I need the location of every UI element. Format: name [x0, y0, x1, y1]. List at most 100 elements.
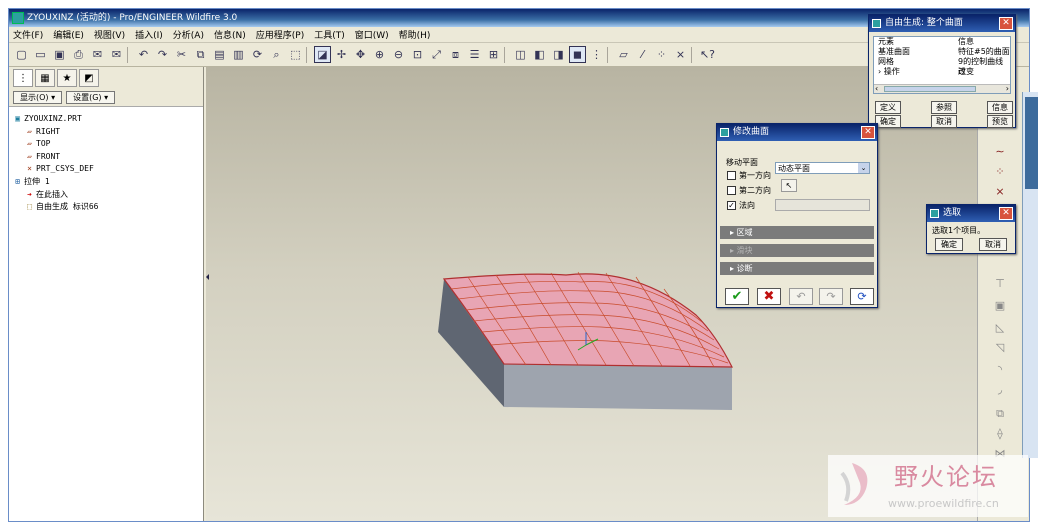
- select-box-icon[interactable]: ⬚: [287, 46, 304, 63]
- menu-applications[interactable]: 应用程序(P): [256, 28, 304, 41]
- tree-item[interactable]: ▱ FRONT: [13, 151, 199, 164]
- new-file-icon[interactable]: ▢: [13, 46, 30, 63]
- draft-icon[interactable]: ◹: [992, 341, 1008, 357]
- pick-arrow-icon[interactable]: ↖: [781, 179, 797, 192]
- menu-info[interactable]: 信息(N): [214, 28, 246, 41]
- tree-item[interactable]: ⊞ 拉伸 1: [13, 176, 199, 189]
- scroll-right-icon[interactable]: ›: [1006, 84, 1009, 93]
- orient-icon[interactable]: ✥: [352, 46, 369, 63]
- undo-icon[interactable]: ↶: [135, 46, 152, 63]
- spin-center-icon[interactable]: ✢: [333, 46, 350, 63]
- copy-icon[interactable]: ⧉: [192, 46, 209, 63]
- zoom-out-icon[interactable]: ⊖: [390, 46, 407, 63]
- normal-value-field[interactable]: [775, 199, 870, 211]
- datum-axes-icon[interactable]: ⁄: [634, 46, 651, 63]
- hole-icon[interactable]: ⊤: [992, 277, 1008, 293]
- hidden-line-icon[interactable]: ◧: [531, 46, 548, 63]
- repaint-icon[interactable]: ◪: [314, 46, 331, 63]
- history-tab-icon[interactable]: ◩: [79, 69, 99, 87]
- define-button[interactable]: 定义: [875, 101, 901, 114]
- saved-views-icon[interactable]: ⧈: [447, 46, 464, 63]
- paste-icon[interactable]: ▤: [211, 46, 228, 63]
- folder-browser-tab-icon[interactable]: ▦: [35, 69, 55, 87]
- menu-insert[interactable]: 插入(I): [135, 28, 163, 41]
- menu-analysis[interactable]: 分析(A): [173, 28, 204, 41]
- view-manager-icon[interactable]: ⊞: [485, 46, 502, 63]
- close-icon[interactable]: ✕: [861, 126, 875, 139]
- menu-view[interactable]: 视图(V): [94, 28, 125, 41]
- no-hidden-icon[interactable]: ◨: [550, 46, 567, 63]
- refit-icon[interactable]: ⊡: [409, 46, 426, 63]
- refresh-icon[interactable]: ⟳: [850, 288, 874, 305]
- menu-tools[interactable]: 工具(T): [314, 28, 345, 41]
- tree-item[interactable]: ▣ ZYOUXINZ.PRT: [13, 113, 199, 126]
- sketch-curve-icon[interactable]: ∼: [992, 145, 1008, 161]
- checkbox-box[interactable]: [727, 186, 736, 195]
- round-icon[interactable]: ◝: [992, 363, 1008, 379]
- first-direction-checkbox[interactable]: 第一方向: [727, 170, 771, 181]
- favorites-tab-icon[interactable]: ★: [57, 69, 77, 87]
- tree-item[interactable]: ⨯ PRT_CSYS_DEF: [13, 163, 199, 176]
- plane-select[interactable]: 动态平面 ⌄: [775, 162, 870, 174]
- collapse-left-arrow-icon[interactable]: [206, 274, 209, 280]
- context-help-icon[interactable]: ↖?: [699, 46, 716, 63]
- horizontal-scrollbar[interactable]: ‹ ›: [874, 84, 1010, 93]
- normal-checkbox[interactable]: ✓ 法向: [727, 200, 755, 211]
- scroll-left-icon[interactable]: ‹: [875, 84, 878, 93]
- chevron-down-icon[interactable]: ⌄: [858, 163, 869, 173]
- open-folder-icon[interactable]: ▭: [32, 46, 49, 63]
- find-icon[interactable]: ⌕: [268, 46, 285, 63]
- paste-special-icon[interactable]: ▥: [230, 46, 247, 63]
- menu-file[interactable]: 文件(F): [13, 28, 43, 41]
- cancel-button[interactable]: 取消: [979, 238, 1007, 251]
- csys-tool-icon[interactable]: ⨯: [992, 185, 1008, 201]
- datum-planes-icon[interactable]: ▱: [615, 46, 632, 63]
- model-tree-tab-icon[interactable]: ⋮: [13, 69, 33, 87]
- section-diagnostics[interactable]: ▸ 诊断: [720, 262, 874, 275]
- close-icon[interactable]: ✕: [999, 17, 1013, 30]
- menu-edit[interactable]: 编辑(E): [53, 28, 84, 41]
- datum-display-icon[interactable]: ⋮: [588, 46, 605, 63]
- redo-icon[interactable]: ↷: [154, 46, 171, 63]
- rib-icon[interactable]: ◺: [992, 321, 1008, 337]
- ok-button[interactable]: 确定: [875, 115, 901, 128]
- chamfer-icon[interactable]: ◞: [992, 383, 1008, 399]
- menu-help[interactable]: 帮助(H): [399, 28, 431, 41]
- wireframe-icon[interactable]: ◫: [512, 46, 529, 63]
- copy-feature-icon[interactable]: ⧉: [992, 407, 1008, 423]
- datum-point-icon[interactable]: ⁘: [992, 165, 1008, 181]
- checkbox-box[interactable]: [727, 171, 736, 180]
- scroll-thumb[interactable]: [884, 86, 976, 92]
- shell-icon[interactable]: ▣: [992, 299, 1008, 315]
- tree-item[interactable]: ▱ TOP: [13, 138, 199, 151]
- cut-icon[interactable]: ✂: [173, 46, 190, 63]
- tree-item[interactable]: ⬚ 自由生成 标识66: [13, 201, 199, 214]
- reorient-icon[interactable]: ⤢: [428, 46, 445, 63]
- settings-dropdown[interactable]: 设置(G) ▾: [66, 91, 116, 104]
- show-dropdown[interactable]: 显示(O) ▾: [13, 91, 63, 104]
- table-row[interactable]: › 操作 改变: [874, 67, 1010, 77]
- table-row[interactable]: 网格 9的控制曲线过: [874, 57, 1010, 76]
- email-icon[interactable]: ✉: [89, 46, 106, 63]
- preview-button[interactable]: 预览: [987, 115, 1013, 128]
- info-button[interactable]: 信息: [987, 101, 1013, 114]
- shading-icon[interactable]: ◼: [569, 46, 586, 63]
- tree-item[interactable]: ➔ 在此插入: [13, 189, 199, 202]
- checkmark-icon[interactable]: ✓: [727, 201, 736, 210]
- cancel-x-icon[interactable]: ✖: [757, 288, 781, 305]
- send-icon[interactable]: ✉: [108, 46, 125, 63]
- redo-icon[interactable]: ↷: [819, 288, 843, 305]
- tree-item[interactable]: ▱ RIGHT: [13, 126, 199, 139]
- print-icon[interactable]: ⎙: [70, 46, 87, 63]
- close-icon[interactable]: ✕: [999, 207, 1013, 220]
- layers-icon[interactable]: ☰: [466, 46, 483, 63]
- datum-points-icon[interactable]: ⁘: [653, 46, 670, 63]
- coord-systems-icon[interactable]: ⨯: [672, 46, 689, 63]
- accept-check-icon[interactable]: ✔: [725, 288, 749, 305]
- cancel-button[interactable]: 取消: [931, 115, 957, 128]
- menu-window[interactable]: 窗口(W): [355, 28, 389, 41]
- undo-icon[interactable]: ↶: [789, 288, 813, 305]
- zoom-in-icon[interactable]: ⊕: [371, 46, 388, 63]
- table-row[interactable]: 基准曲面 特征#5的曲面: [874, 47, 1010, 57]
- save-icon[interactable]: ▣: [51, 46, 68, 63]
